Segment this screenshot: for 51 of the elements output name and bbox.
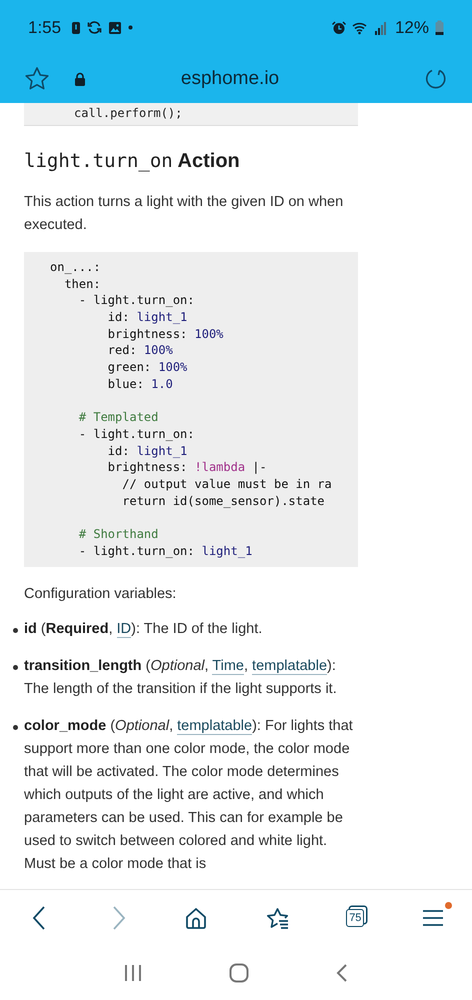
parameter-description: id (Required, ID): The ID of the light. <box>24 620 264 640</box>
code-line: // output value must be in ra <box>121 476 333 493</box>
status-time: 1:55 <box>28 18 62 38</box>
url-text[interactable]: esphome.io <box>100 68 360 90</box>
battery-icon <box>435 20 444 35</box>
code-line: green: 100% <box>106 359 188 376</box>
sync-icon <box>87 20 102 35</box>
code-line: on_...: <box>50 259 102 276</box>
link[interactable]: templatable <box>177 718 252 736</box>
code-line: # Shorthand <box>78 526 160 543</box>
code-line: red: 100% <box>106 342 174 360</box>
home-icon[interactable] <box>228 962 249 982</box>
section-heading: light.turn_on Action <box>24 150 241 173</box>
bullet-icon <box>13 665 18 670</box>
bookmarks-icon[interactable] <box>264 906 289 930</box>
reload-icon[interactable] <box>424 67 448 91</box>
parameter-description: transition_length (Optional, Time, templatable): The length of the transition if the light supports it. <box>24 657 338 700</box>
code-line: return id(some_sensor).state <box>121 492 326 510</box>
code-line: - light.turn_on: <box>78 426 196 443</box>
bullet-icon <box>13 628 18 634</box>
alert-battery-icon <box>71 20 82 34</box>
link[interactable]: ID <box>116 621 132 638</box>
code-line: - light.turn_on: <box>78 292 196 310</box>
bullet-icon <box>13 725 18 730</box>
image-icon <box>108 20 122 34</box>
intro-text: This action turns a light with the given ID on when executed. <box>24 193 344 235</box>
wifi-icon <box>352 20 369 34</box>
menu-icon[interactable] <box>422 908 444 928</box>
code-line: id: light_1 <box>106 442 188 460</box>
code-line: # Templated <box>78 409 160 426</box>
home-icon[interactable] <box>185 906 208 928</box>
code-line: then: <box>63 276 102 292</box>
code-line: brightness: 100% <box>106 326 224 342</box>
dot-icon <box>128 25 134 30</box>
code-line: blue: 1.0 <box>106 376 174 392</box>
back-icon[interactable] <box>336 962 348 982</box>
code-line: id: light_1 <box>106 309 188 326</box>
recents-icon[interactable] <box>124 964 142 982</box>
tabs-button[interactable]: 75 <box>346 908 364 926</box>
alarm-icon <box>332 20 346 34</box>
code-line: brightness: !lambda |- <box>106 459 268 476</box>
parameter-description: color_mode (Optional, templatable): For lights that support more than one color mode, the color mode that will be activated. The color mode determines which outputs of the light are active, and which parameters can be used. This can for example be used to switch between colored and white light. Must be a color mode that is <box>24 717 354 874</box>
signal-icon <box>374 20 387 34</box>
star-icon[interactable] <box>24 66 50 92</box>
lock-icon <box>74 72 86 86</box>
config-title: Configuration variables: <box>24 585 178 604</box>
battery-level: 12% <box>394 18 429 38</box>
code-line: - light.turn_on: light_1 <box>78 542 254 560</box>
link[interactable]: Time <box>212 658 244 676</box>
link[interactable]: templatable <box>252 658 328 676</box>
code-line: call.perform(); <box>74 105 184 121</box>
